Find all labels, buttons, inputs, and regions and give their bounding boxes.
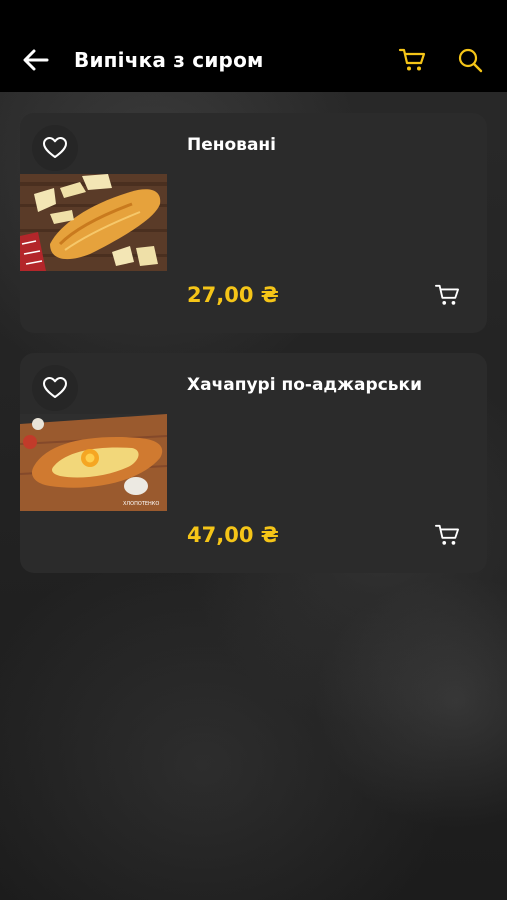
cart-icon (398, 48, 426, 71)
header-cart-button[interactable] (397, 45, 427, 75)
add-to-cart-button[interactable] (433, 281, 461, 309)
svg-text:ХЛОПОТЕНКО: ХЛОПОТЕНКО (123, 501, 159, 507)
heart-outline-icon (43, 377, 67, 398)
add-to-cart-button[interactable] (433, 521, 461, 549)
product-name: Пеновані (187, 135, 276, 155)
app-bar: Випічка з сиром (0, 0, 507, 92)
product-card[interactable]: ХЛОПОТЕНКО Хачапурі по-аджарськи 47,00 ₴ (20, 353, 487, 573)
product-price: 47,00 ₴ (187, 523, 279, 547)
product-card[interactable]: Пеновані 27,00 ₴ (20, 113, 487, 333)
cart-icon (435, 284, 459, 305)
product-image (20, 174, 167, 271)
arrow-left-icon (23, 49, 49, 71)
search-button[interactable] (455, 45, 485, 75)
product-image: ХЛОПОТЕНКО (20, 414, 167, 511)
product-name: Хачапурі по-аджарськи (187, 375, 422, 395)
cart-icon (435, 524, 459, 545)
search-icon (458, 48, 483, 73)
page-title: Випічка з сиром (74, 48, 264, 72)
favorite-button[interactable] (32, 125, 78, 171)
back-button[interactable] (22, 46, 50, 74)
product-price: 27,00 ₴ (187, 283, 279, 307)
heart-outline-icon (43, 137, 67, 158)
favorite-button[interactable] (32, 365, 78, 411)
